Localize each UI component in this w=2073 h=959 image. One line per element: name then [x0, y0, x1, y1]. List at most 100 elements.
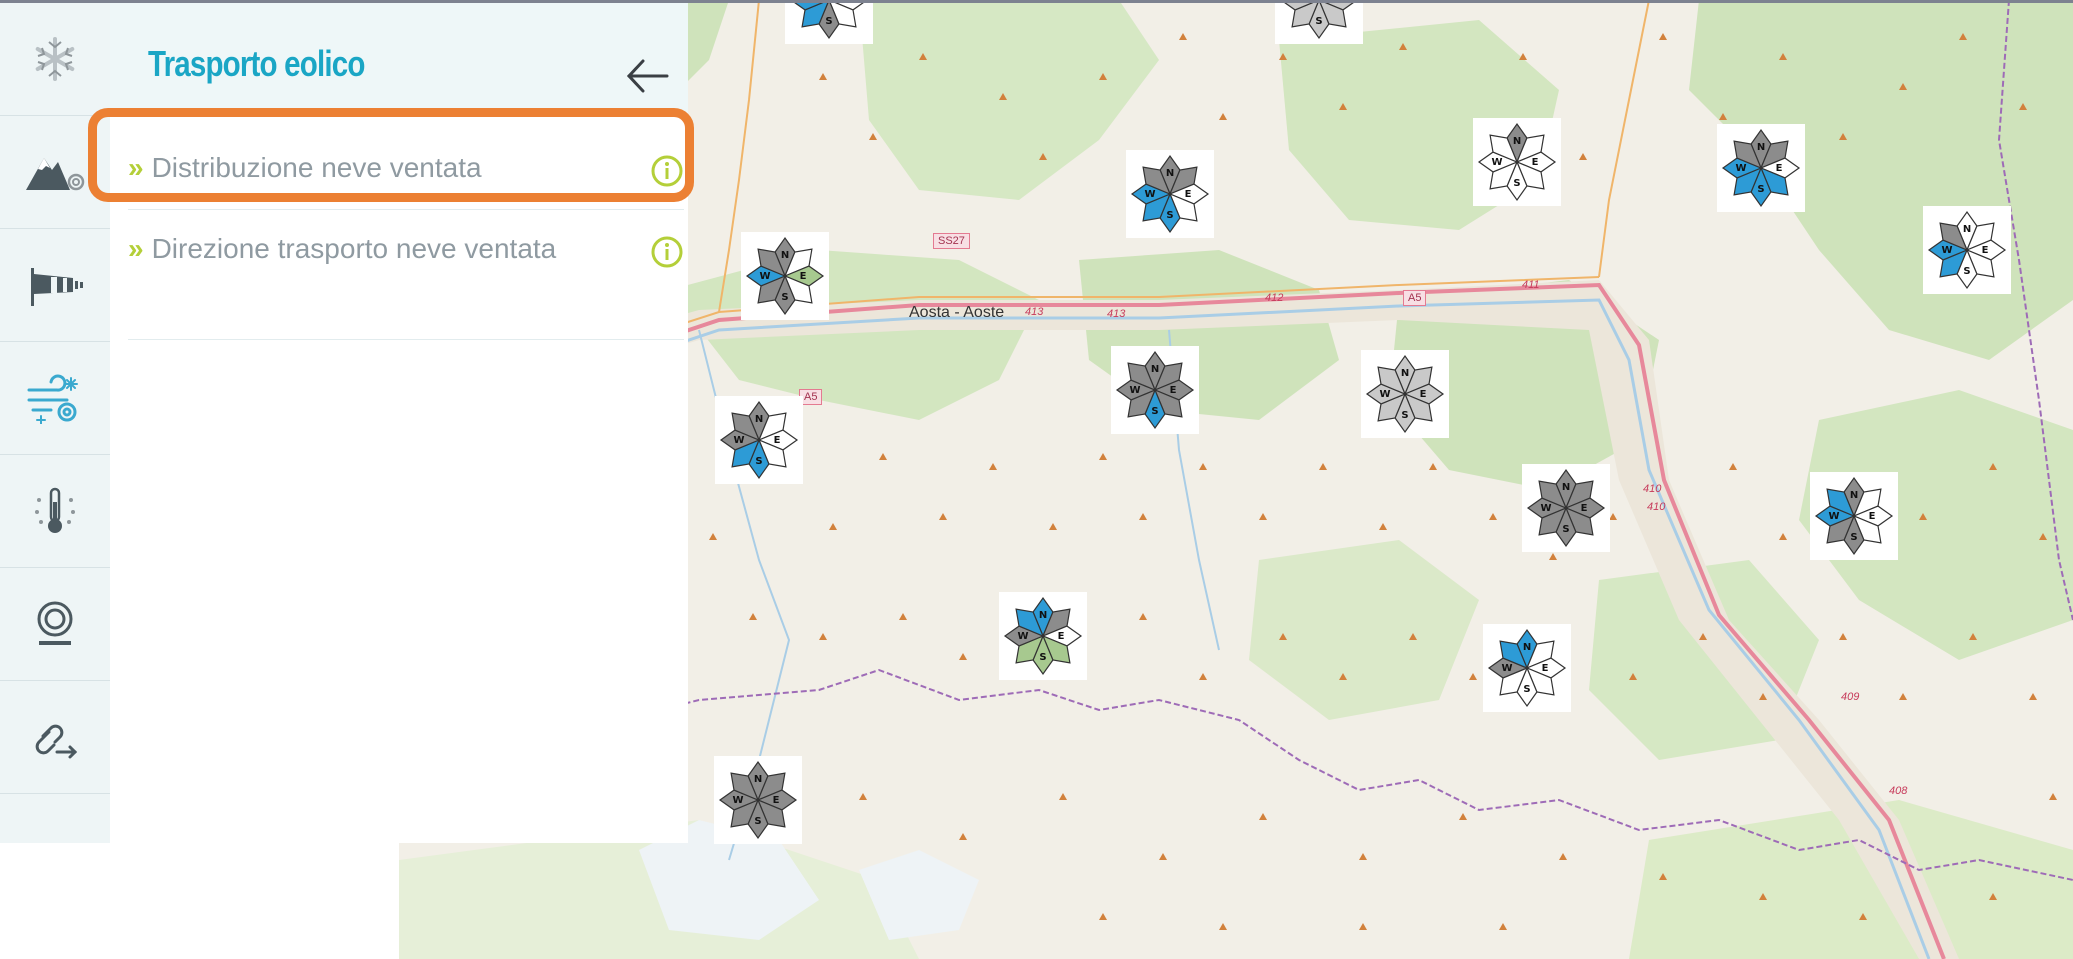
wind-rose-icon: NE SW [1487, 628, 1567, 708]
wind-rose-station[interactable]: NESW [1275, 0, 1363, 44]
compass-letter: W [1379, 389, 1390, 400]
compass-letter: N [1850, 490, 1858, 501]
compass-letter: E [774, 435, 781, 446]
wind-rose-icon: NESW [1526, 468, 1606, 548]
road-label-413a: 413 [1025, 306, 1044, 318]
compass-letter: E [1776, 163, 1783, 174]
road-label-412: 412 [1265, 292, 1284, 304]
compass-letter: W [1828, 511, 1839, 522]
wind-rose-station[interactable]: NESW [1126, 150, 1214, 238]
road-label-ss27: SS27 [933, 233, 970, 249]
wind-rose-station[interactable]: NE SW [999, 592, 1087, 680]
compass-letter: N [754, 774, 762, 785]
compass-letter: W [1735, 163, 1746, 174]
compass-letter: W [1941, 245, 1952, 256]
wind-rose-station[interactable]: NESW [1522, 464, 1610, 552]
link-icon[interactable] [0, 681, 110, 794]
compass-letter: S [1401, 410, 1408, 421]
compass-letter: E [1982, 245, 1989, 256]
road-label-410b: 410 [1647, 501, 1666, 513]
compass-letter: S [1151, 406, 1158, 417]
road-label-409: 409 [1841, 691, 1860, 703]
compass-letter: N [781, 250, 789, 261]
compass-letter: E [1542, 663, 1549, 674]
compass-letter: E [1058, 631, 1065, 642]
compass-letter: S [1513, 178, 1520, 189]
compass-letter: W [1144, 189, 1155, 200]
compass-letter: S [754, 816, 761, 827]
snowflake-icon[interactable] [0, 3, 110, 116]
wind-rose-icon: NESW [745, 236, 825, 316]
compass-letter: E [1532, 157, 1539, 168]
compass-letter: S [1523, 684, 1530, 695]
wind-rose-icon: NESW [789, 0, 869, 40]
snow-profile-icon[interactable] [0, 568, 110, 681]
chevron-right-icon: » [128, 233, 144, 264]
wind-rose-station[interactable]: NESW [1361, 350, 1449, 438]
wind-rose-station[interactable]: NESW [1473, 118, 1561, 206]
wind-rose-icon: NESW [719, 400, 799, 480]
wind-rose-icon: NESW [1130, 154, 1210, 234]
wind-rose-station[interactable]: NE SW [1483, 624, 1571, 712]
wind-snow-icon[interactable] [0, 342, 110, 455]
layer-item-direzione[interactable]: » Direzione trasporto neve ventata [128, 227, 628, 271]
compass-letter: N [1523, 642, 1531, 653]
wind-rose-station[interactable]: NE SW [714, 756, 802, 844]
panel-title: Trasporto eolico [148, 43, 365, 84]
layer-item-label: Direzione trasporto neve ventata [151, 233, 557, 264]
wind-rose-icon: NE SW [1927, 210, 2007, 290]
compass-letter: N [755, 414, 763, 425]
compass-letter: W [1540, 503, 1551, 514]
compass-letter: W [1501, 663, 1512, 674]
compass-letter: S [825, 16, 832, 27]
compass-letter: S [1039, 652, 1046, 663]
window-top-border [0, 0, 2073, 3]
wind-rose-icon: NESW [1477, 122, 1557, 202]
panel-header: Trasporto eolico [110, 3, 688, 117]
wind-rose-station[interactable]: NESW [1111, 346, 1199, 434]
windsock-icon[interactable] [0, 229, 110, 342]
compass-letter: E [1420, 389, 1427, 400]
compass-letter: N [1513, 136, 1521, 147]
compass-letter: S [1963, 266, 1970, 277]
compass-letter: S [1850, 532, 1857, 543]
compass-letter: E [1170, 385, 1177, 396]
wind-rose-station[interactable]: NESW [785, 0, 873, 44]
compass-letter: E [773, 795, 780, 806]
divider [128, 209, 684, 210]
wind-rose-station[interactable]: NESW [715, 396, 803, 484]
compass-letter: N [1166, 168, 1174, 179]
compass-letter: S [1757, 184, 1764, 195]
wind-rose-icon: NESW [1721, 128, 1801, 208]
road-label-a5-east: A5 [1403, 290, 1427, 306]
compass-letter: N [1151, 364, 1159, 375]
compass-letter: N [1963, 224, 1971, 235]
compass-letter: E [1869, 511, 1876, 522]
compass-letter: E [1581, 503, 1588, 514]
compass-letter: S [1166, 210, 1173, 221]
compass-letter: W [1017, 631, 1028, 642]
compass-letter: W [732, 795, 743, 806]
back-arrow-icon[interactable] [625, 53, 671, 99]
wind-rose-station[interactable]: NESW [741, 232, 829, 320]
wind-rose-icon: NESW [1279, 0, 1359, 40]
compass-letter: S [781, 292, 788, 303]
road-label-410a: 410 [1643, 483, 1662, 495]
wind-rose-icon: NE SW [718, 760, 798, 840]
compass-letter: S [1562, 524, 1569, 535]
road-label-408: 408 [1889, 785, 1908, 797]
compass-letter: W [733, 435, 744, 446]
wind-rose-station[interactable]: NESW [1717, 124, 1805, 212]
wind-rose-station[interactable]: NE SW [1810, 472, 1898, 560]
compass-letter: S [1315, 16, 1322, 27]
divider [128, 339, 684, 340]
wind-rose-icon: NESW [1365, 354, 1445, 434]
selection-highlight [88, 108, 694, 202]
wind-rose-icon: NESW [1115, 350, 1195, 430]
road-label-411: 411 [1522, 279, 1540, 291]
info-icon-direzione[interactable] [650, 235, 684, 269]
thermometer-icon[interactable] [0, 455, 110, 568]
compass-letter: N [1039, 610, 1047, 621]
wind-rose-station[interactable]: NE SW [1923, 206, 2011, 294]
compass-letter: W [759, 271, 770, 282]
